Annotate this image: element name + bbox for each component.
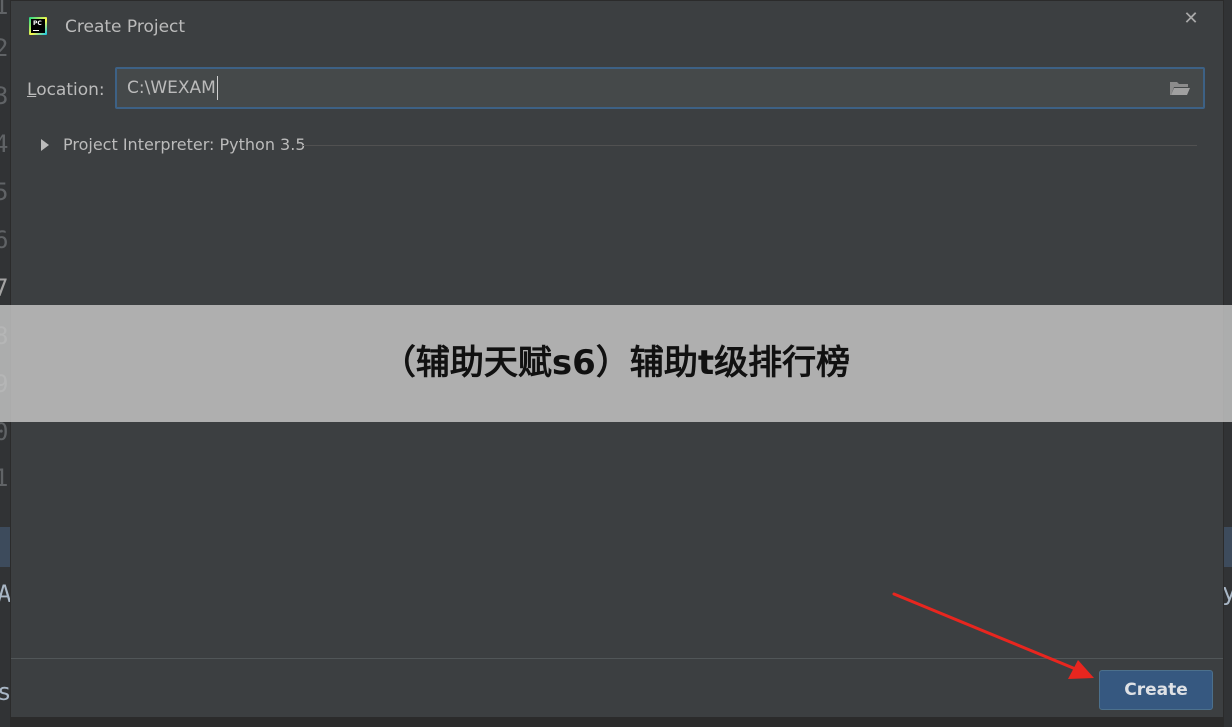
section-divider	[303, 145, 1197, 146]
line-number: 6	[0, 226, 9, 254]
screen: 1 2 3 4 5 6 7 8 9 0 1 A s y PC Create Pr…	[0, 0, 1232, 727]
line-number: 0	[0, 418, 9, 446]
close-icon[interactable]: ✕	[1181, 9, 1201, 29]
interpreter-label[interactable]: Project Interpreter: Python 3.5	[63, 134, 306, 156]
location-input-value: C:\WEXAM	[127, 78, 216, 98]
dialog-title: Create Project	[65, 17, 186, 37]
interpreter-section[interactable]: Project Interpreter: Python 3.5	[41, 134, 1201, 156]
line-number: 5	[0, 178, 9, 206]
banner-text: （辅助天赋s6）辅助t级排行榜	[381, 343, 851, 383]
folder-icon[interactable]	[1169, 79, 1191, 97]
location-field[interactable]: C:\WEXAM	[115, 67, 1205, 109]
pycharm-icon-text: PC	[33, 20, 42, 27]
line-number: 1	[0, 464, 9, 492]
expand-arrow-icon[interactable]	[41, 139, 49, 151]
footer-divider	[11, 658, 1223, 659]
pycharm-icon: PC	[29, 17, 47, 35]
create-button[interactable]: Create	[1099, 670, 1213, 710]
location-label-mnemonic: L	[27, 80, 37, 100]
line-number: 7	[0, 274, 9, 302]
line-number: 1	[0, 0, 9, 20]
location-label: Location:	[27, 79, 105, 101]
location-label-text: ocation:	[36, 80, 105, 100]
line-number: 4	[0, 130, 9, 158]
line-number: 2	[0, 34, 9, 62]
text-caret	[216, 76, 218, 100]
location-input[interactable]: C:\WEXAM	[127, 69, 1127, 107]
line-number: 3	[0, 82, 9, 110]
dialog-title-bar[interactable]: PC Create Project ✕	[11, 1, 1223, 53]
watermark-banner: （辅助天赋s6）辅助t级排行榜	[0, 305, 1232, 422]
